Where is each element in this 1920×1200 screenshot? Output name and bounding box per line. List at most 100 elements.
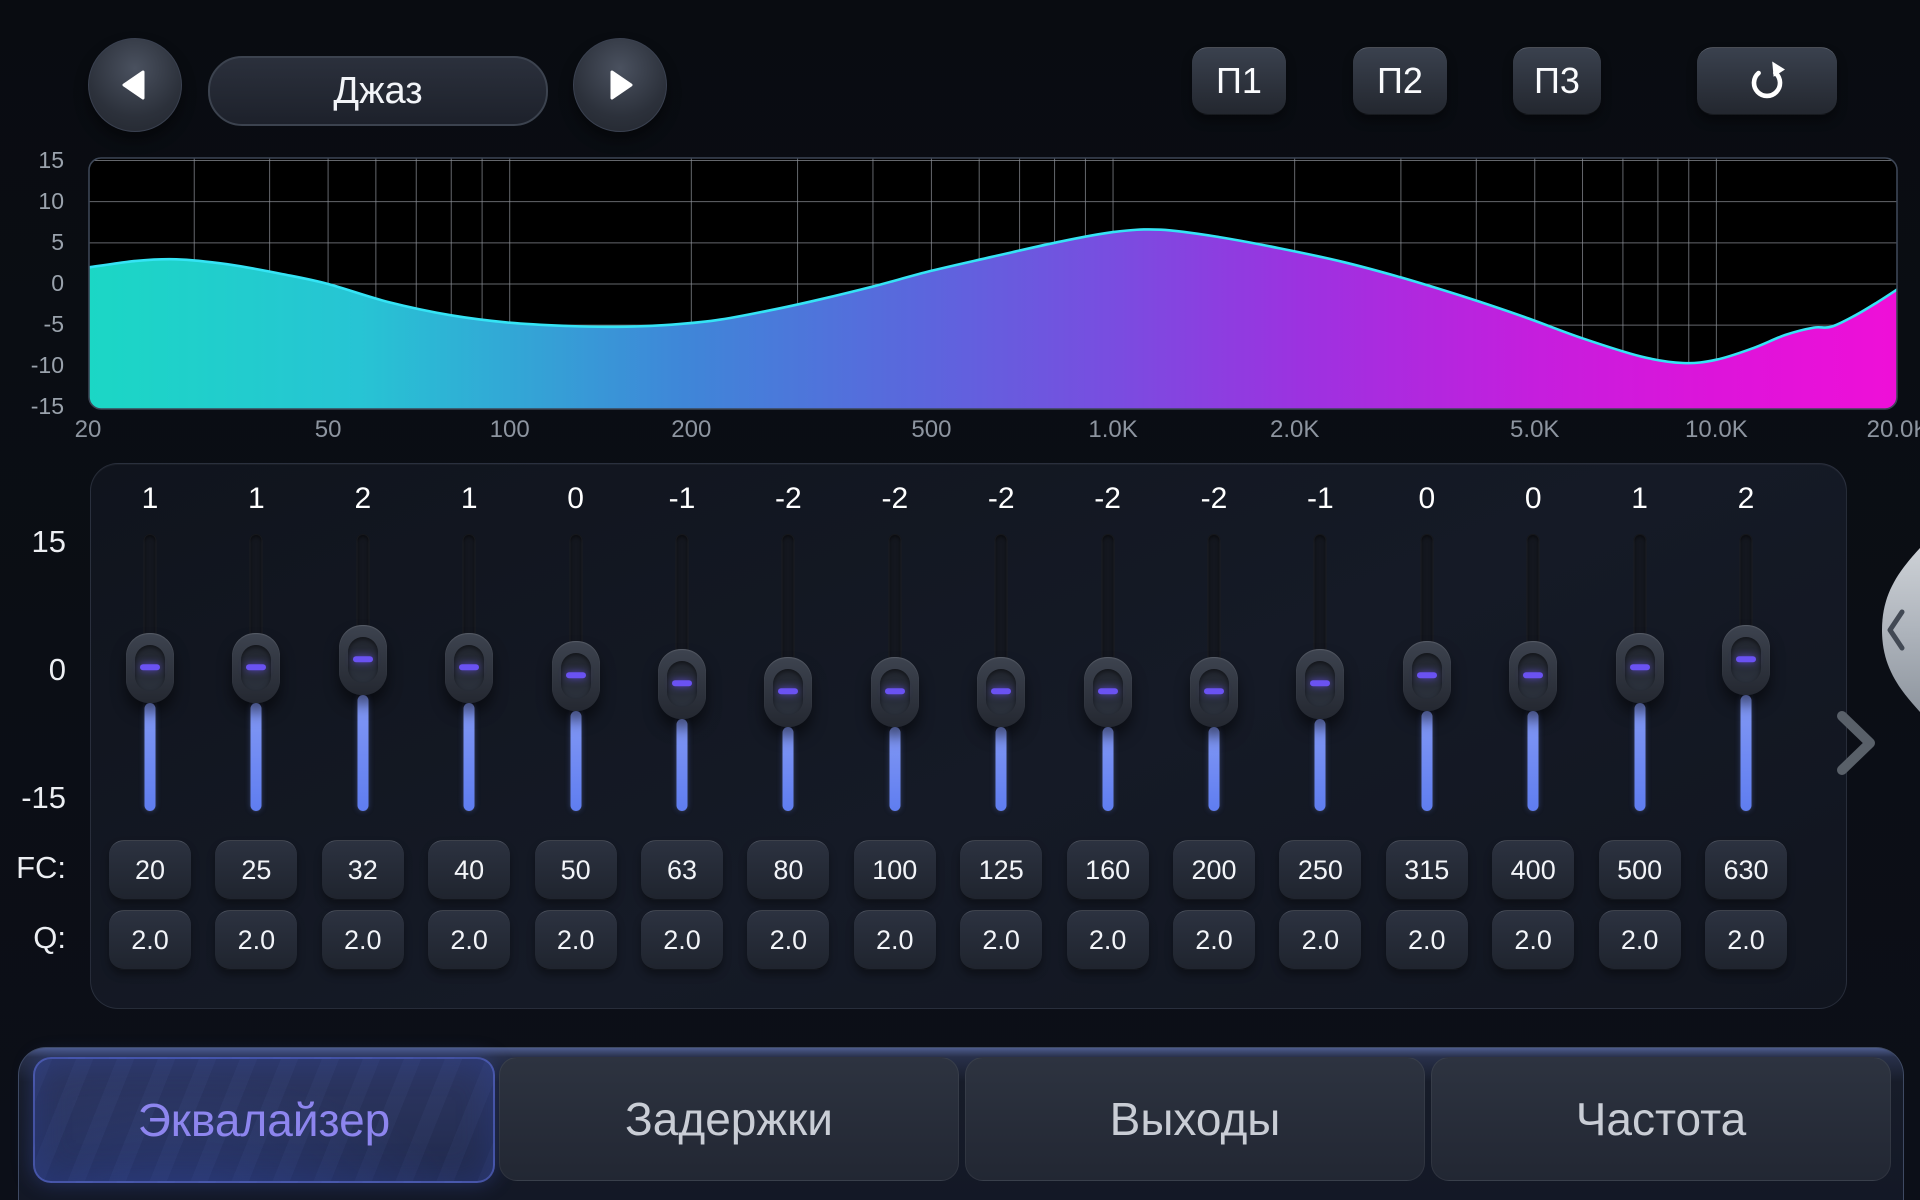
- band-q-button[interactable]: 2.0: [747, 910, 829, 970]
- y-tick-label: 0: [6, 270, 64, 297]
- eq-band-column: 1 25 2.0: [203, 470, 309, 980]
- band-slider-fill: [1528, 711, 1539, 811]
- band-slider-thumb-inset: [1305, 661, 1335, 707]
- eq-band-column: 0 315 2.0: [1374, 470, 1480, 980]
- band-slider-thumb-inset: [1731, 637, 1761, 683]
- band-slider-fill: [357, 695, 368, 811]
- band-slider-thumb[interactable]: [871, 657, 919, 727]
- band-slider-thumb-inset: [561, 653, 591, 699]
- gain-axis-min-label: -15: [0, 780, 66, 816]
- band-fc-button[interactable]: 400: [1492, 840, 1574, 900]
- band-fc-button[interactable]: 200: [1173, 840, 1255, 900]
- band-q-button[interactable]: 2.0: [1173, 910, 1255, 970]
- band-slider-thumb[interactable]: [126, 633, 174, 703]
- band-fc-button[interactable]: 100: [854, 840, 936, 900]
- band-q-button[interactable]: 2.0: [1067, 910, 1149, 970]
- frequency-response-chart: [88, 157, 1898, 410]
- band-slider-thumb[interactable]: [232, 633, 280, 703]
- preset-slot-1-button[interactable]: П1: [1192, 47, 1286, 115]
- band-fc-button[interactable]: 20: [109, 840, 191, 900]
- band-q-button[interactable]: 2.0: [428, 910, 510, 970]
- band-slider-thumb[interactable]: [1722, 625, 1770, 695]
- triangle-left-icon: [115, 65, 155, 105]
- band-fc-button[interactable]: 63: [641, 840, 723, 900]
- eq-band-column: -2 100 2.0: [842, 470, 948, 980]
- band-slider-thumb[interactable]: [1403, 641, 1451, 711]
- y-tick-label: 15: [6, 147, 64, 174]
- eq-band-column: -1 250 2.0: [1267, 470, 1373, 980]
- band-gain-value: -2: [1161, 482, 1267, 516]
- band-q-button[interactable]: 2.0: [1705, 910, 1787, 970]
- band-slider-fill: [889, 727, 900, 811]
- band-slider-thumb[interactable]: [552, 641, 600, 711]
- band-slider-thumb[interactable]: [1084, 657, 1132, 727]
- eq-band-column: 1 40 2.0: [416, 470, 522, 980]
- band-slider-thumb[interactable]: [1616, 633, 1664, 703]
- reset-eq-button[interactable]: [1697, 47, 1837, 115]
- band-q-button[interactable]: 2.0: [215, 910, 297, 970]
- preset-name-label: Джаз: [333, 70, 422, 113]
- band-fc-button[interactable]: 630: [1705, 840, 1787, 900]
- tab-4[interactable]: Частота: [1431, 1057, 1891, 1181]
- next-preset-button[interactable]: [573, 38, 667, 132]
- band-q-button[interactable]: 2.0: [854, 910, 936, 970]
- band-slider-fill: [1634, 703, 1645, 811]
- band-gain-value: -2: [948, 482, 1054, 516]
- x-tick-label: 200: [646, 416, 736, 444]
- eq-band-column: -2 125 2.0: [948, 470, 1054, 980]
- next-page-chevron-button[interactable]: [1830, 708, 1882, 778]
- bottom-tab-label: Эквалайзер: [138, 1093, 391, 1147]
- band-gain-value: 1: [1587, 482, 1693, 516]
- preset-name-display[interactable]: Джаз: [208, 56, 548, 126]
- band-slider-thumb-dash-icon: [1417, 672, 1437, 678]
- x-tick-label: 20.0K: [1853, 416, 1920, 444]
- band-fc-button[interactable]: 160: [1067, 840, 1149, 900]
- band-slider-fill: [570, 711, 581, 811]
- band-gain-value: -2: [842, 482, 948, 516]
- side-drawer-handle[interactable]: [1854, 548, 1920, 712]
- band-fc-button[interactable]: 315: [1386, 840, 1468, 900]
- band-fc-button[interactable]: 500: [1599, 840, 1681, 900]
- band-slider-thumb[interactable]: [658, 649, 706, 719]
- band-slider-thumb-inset: [241, 645, 271, 691]
- x-tick-label: 1.0K: [1068, 416, 1158, 444]
- band-q-button[interactable]: 2.0: [1386, 910, 1468, 970]
- preset-slot-3-label: П3: [1534, 60, 1580, 102]
- band-slider-thumb[interactable]: [764, 657, 812, 727]
- band-slider-thumb[interactable]: [445, 633, 493, 703]
- band-q-button[interactable]: 2.0: [960, 910, 1042, 970]
- band-fc-button[interactable]: 25: [215, 840, 297, 900]
- tab-3[interactable]: Выходы: [965, 1057, 1425, 1181]
- band-slider-thumb[interactable]: [339, 625, 387, 695]
- band-slider-thumb-dash-icon: [672, 680, 692, 686]
- x-tick-label: 2.0K: [1250, 416, 1340, 444]
- band-q-button[interactable]: 2.0: [109, 910, 191, 970]
- band-fc-button[interactable]: 32: [322, 840, 404, 900]
- band-q-button[interactable]: 2.0: [1599, 910, 1681, 970]
- band-slider-fill: [1209, 727, 1220, 811]
- band-q-button[interactable]: 2.0: [322, 910, 404, 970]
- band-slider-thumb-inset: [1412, 653, 1442, 699]
- previous-preset-button[interactable]: [88, 38, 182, 132]
- band-fc-button[interactable]: 80: [747, 840, 829, 900]
- preset-slot-3-button[interactable]: П3: [1513, 47, 1601, 115]
- band-fc-button[interactable]: 50: [535, 840, 617, 900]
- tab-1[interactable]: Эквалайзер: [33, 1057, 495, 1183]
- band-fc-button[interactable]: 125: [960, 840, 1042, 900]
- band-q-button[interactable]: 2.0: [1492, 910, 1574, 970]
- band-slider-thumb[interactable]: [1296, 649, 1344, 719]
- band-slider-thumb[interactable]: [977, 657, 1025, 727]
- band-q-button[interactable]: 2.0: [1279, 910, 1361, 970]
- band-q-button[interactable]: 2.0: [535, 910, 617, 970]
- band-fc-button[interactable]: 250: [1279, 840, 1361, 900]
- band-slider-thumb[interactable]: [1509, 641, 1557, 711]
- tab-2[interactable]: Задержки: [499, 1057, 959, 1181]
- band-q-button[interactable]: 2.0: [641, 910, 723, 970]
- band-fc-button[interactable]: 40: [428, 840, 510, 900]
- fc-row-label: FC:: [0, 850, 66, 886]
- band-slider-thumb-dash-icon: [140, 664, 160, 670]
- band-slider-thumb-inset: [773, 669, 803, 715]
- preset-slot-2-button[interactable]: П2: [1353, 47, 1447, 115]
- band-slider-fill: [677, 719, 688, 811]
- band-slider-thumb[interactable]: [1190, 657, 1238, 727]
